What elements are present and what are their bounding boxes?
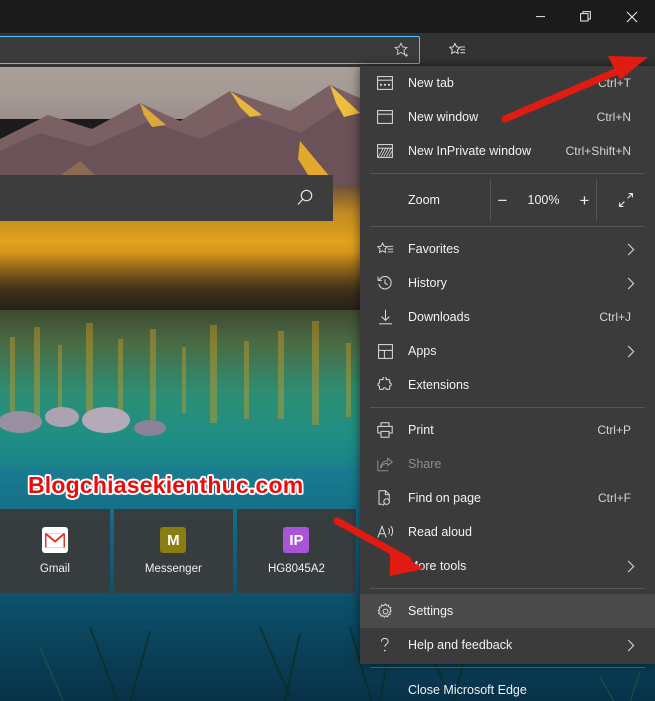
zoom-label: Zoom bbox=[408, 193, 440, 207]
star-add-icon[interactable] bbox=[394, 41, 411, 59]
menu-item-label: More tools bbox=[408, 559, 467, 573]
menu-item-extensions[interactable]: Extensions bbox=[360, 368, 655, 402]
title-bar bbox=[0, 0, 655, 33]
window-controls bbox=[517, 0, 655, 33]
menu-item-history[interactable]: History bbox=[360, 266, 655, 300]
chevron-right-icon bbox=[627, 243, 635, 256]
settings-and-more-menu: New tab Ctrl+T New window Ctrl+N New InP… bbox=[360, 66, 655, 697]
menu-item-shortcut: Ctrl+J bbox=[599, 310, 631, 324]
menu-item-label: History bbox=[408, 276, 447, 290]
apps-icon bbox=[374, 334, 396, 368]
menu-item-new-inprivate-window[interactable]: New InPrivate window Ctrl+Shift+N bbox=[360, 134, 655, 168]
menu-item-settings[interactable]: Settings bbox=[360, 594, 655, 628]
browser-toolbar: Not syncing bbox=[0, 33, 655, 100]
downloads-icon bbox=[374, 300, 396, 334]
inprivate-icon bbox=[374, 134, 396, 168]
zoom-out-button[interactable]: − bbox=[495, 192, 511, 209]
menu-item-label: Help and feedback bbox=[408, 638, 513, 652]
chevron-right-icon bbox=[627, 345, 635, 358]
find-icon bbox=[374, 481, 396, 515]
menu-item-new-tab[interactable]: New tab Ctrl+T bbox=[360, 66, 655, 100]
zoom-value: 100% bbox=[527, 193, 560, 207]
zoom-controls: − 100% + bbox=[490, 179, 596, 221]
tile-label: HG8045A2 bbox=[268, 563, 325, 575]
print-icon bbox=[374, 413, 396, 447]
tile-gmail[interactable]: Gmail bbox=[0, 509, 110, 593]
menu-item-shortcut: Ctrl+N bbox=[596, 110, 631, 124]
menu-item-label: Share bbox=[408, 457, 442, 471]
minimize-button[interactable] bbox=[517, 0, 563, 33]
menu-item-favorites[interactable]: Favorites bbox=[360, 232, 655, 266]
close-button[interactable] bbox=[609, 0, 655, 33]
gmail-icon bbox=[41, 527, 68, 553]
search-magnifier-icon[interactable] bbox=[295, 188, 315, 208]
menu-item-shortcut: Ctrl+Shift+N bbox=[565, 144, 631, 158]
menu-item-shortcut: Ctrl+T bbox=[598, 76, 631, 90]
menu-item-close-microsoft-edge[interactable]: Close Microsoft Edge bbox=[360, 673, 655, 701]
menu-item-label: Favorites bbox=[408, 242, 460, 256]
menu-item-label: Settings bbox=[408, 604, 454, 618]
read-aloud-icon bbox=[374, 515, 396, 549]
menu-item-shortcut: Ctrl+P bbox=[597, 423, 631, 437]
menu-item-label: New window bbox=[408, 110, 479, 124]
new-window-icon bbox=[374, 100, 396, 134]
menu-item-label: Find on page bbox=[408, 491, 481, 505]
ip-icon: IP bbox=[283, 527, 310, 553]
quick-link-tiles: Gmail M Messenger IP HG8045A2 bbox=[0, 509, 360, 593]
restore-button[interactable] bbox=[563, 0, 609, 33]
favorites-button[interactable] bbox=[445, 39, 469, 61]
chevron-right-icon bbox=[627, 639, 635, 652]
menu-item-label: Read aloud bbox=[408, 525, 472, 539]
new-tab-icon bbox=[374, 66, 396, 100]
menu-separator bbox=[370, 173, 645, 174]
site-watermark: Blogchiasekienthuc.com bbox=[28, 472, 304, 498]
menu-separator bbox=[370, 667, 645, 668]
menu-item-help-and-feedback[interactable]: Help and feedback bbox=[360, 628, 655, 662]
menu-item-label: Downloads bbox=[408, 310, 470, 324]
edge-browser-window: Not syncing bbox=[0, 0, 655, 701]
menu-item-label: Close Microsoft Edge bbox=[408, 683, 527, 697]
menu-item-label: New tab bbox=[408, 76, 454, 90]
address-bar[interactable] bbox=[0, 36, 420, 64]
menu-item-label: Print bbox=[408, 423, 434, 437]
tile-hg8045a2[interactable]: IP HG8045A2 bbox=[236, 509, 357, 593]
chevron-right-icon bbox=[627, 277, 635, 290]
history-icon bbox=[374, 266, 396, 300]
menu-item-downloads[interactable]: Downloads Ctrl+J bbox=[360, 300, 655, 334]
menu-item-label: New InPrivate window bbox=[408, 144, 531, 158]
question-icon bbox=[374, 628, 396, 662]
extensions-icon bbox=[374, 368, 396, 402]
menu-item-read-aloud[interactable]: Read aloud bbox=[360, 515, 655, 549]
fullscreen-button[interactable] bbox=[596, 179, 655, 221]
menu-separator bbox=[370, 588, 645, 589]
menu-item-label: Extensions bbox=[408, 378, 470, 392]
menu-item-find-on-page[interactable]: Find on page Ctrl+F bbox=[360, 481, 655, 515]
menu-zoom-row: Zoom − 100% + bbox=[360, 179, 655, 221]
zoom-in-button[interactable]: + bbox=[577, 192, 593, 209]
tile-label: Messenger bbox=[144, 563, 202, 575]
menu-item-shortcut: Ctrl+F bbox=[598, 491, 631, 505]
chevron-right-icon bbox=[627, 560, 635, 573]
tile-messenger[interactable]: M Messenger bbox=[113, 509, 233, 593]
menu-separator bbox=[370, 407, 645, 408]
tile-label: Gmail bbox=[39, 563, 70, 575]
menu-item-print[interactable]: Print Ctrl+P bbox=[360, 413, 655, 447]
menu-item-share: Share bbox=[360, 447, 655, 481]
menu-item-new-window[interactable]: New window Ctrl+N bbox=[360, 100, 655, 134]
messenger-icon: M bbox=[160, 527, 187, 553]
menu-separator bbox=[370, 226, 645, 227]
share-icon bbox=[374, 447, 396, 481]
gear-icon bbox=[374, 594, 396, 628]
menu-item-label: Apps bbox=[408, 344, 437, 358]
menu-item-more-tools[interactable]: More tools bbox=[360, 549, 655, 583]
menu-item-apps[interactable]: Apps bbox=[360, 334, 655, 368]
favorites-icon bbox=[374, 232, 396, 266]
page-search-bar[interactable] bbox=[0, 175, 333, 221]
